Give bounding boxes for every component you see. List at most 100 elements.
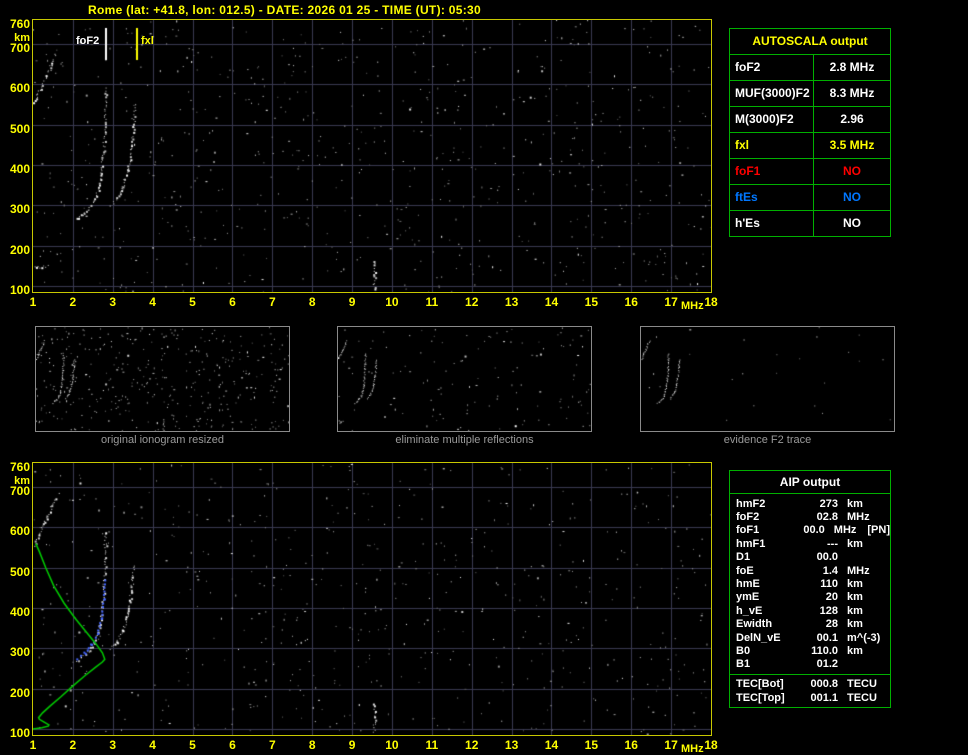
x-tick-12: 12 [465,295,479,309]
y-tick-400: 400 [9,162,30,177]
aip-row-value: 20 [825,591,838,604]
x-tick-11: 11 [425,738,439,752]
y-tick-500: 500 [9,121,30,136]
aip-row-ymE: ymE 20 km [730,591,890,604]
y-tick-760: 760 [9,17,30,31]
aip-row-unit: km [847,618,863,631]
autoscala-row-label: foF2 [730,55,814,80]
aip-row-unit: TECU [847,678,877,691]
autoscala-table-header: AUTOSCALA output [730,29,890,55]
x-tick-18: 18 [704,738,718,752]
aip-row-unit: TECU [847,691,877,704]
aip-row-label: hmE [736,578,760,591]
aip-row-DelN_vE: DelN_vE 00.1 m^(-3) [730,631,890,644]
aip-row-value: 128 [819,604,838,617]
x-tick-6: 6 [229,295,236,309]
aip-row-hmE: hmE 110 km [730,577,890,590]
autoscala-row-value: NO [843,216,861,230]
aip-row-label: B1 [736,658,751,671]
aip-row-value: 00.1 [816,631,838,644]
x-tick-3: 3 [109,738,117,752]
autoscala-row-M(3000)F2: M(3000)F2 2.96 [730,107,890,133]
aip-row-foE: foE 1.4 MHz [730,564,890,577]
aip-row-foF1: foF1 00.0 MHz [PN] [730,524,890,537]
autoscala-output-table: AUTOSCALA output foF2 2.8 MHz MUF(3000)F2 8… [729,28,891,237]
autoscala-row-label: foF1 [730,159,814,184]
autoscala-row-label: h'Es [730,211,814,236]
x-tick-8: 8 [308,738,316,752]
y-tick-300: 300 [9,202,30,217]
aip-table-header: AIP output [730,471,890,494]
autoscala-row-label: MUF(3000)F2 [730,81,814,106]
aip-row-value: 110.0 [811,644,838,657]
y-tick-500: 500 [9,564,30,579]
aip-row-label: ymE [736,591,760,604]
x-tick-14: 14 [544,738,559,752]
aip-row-unit: km [847,578,863,591]
y-tick-600: 600 [9,524,30,539]
aip-row-value: 28 [825,618,838,631]
y-tick-600: 600 [9,81,30,96]
autoscala-row-value: 2.96 [840,112,864,126]
autoscala-table-rows: foF2 2.8 MHz MUF(3000)F2 8.3 MHz M(3000)F2 2.… [730,55,890,236]
aip-row-label: foF1 [736,524,760,537]
y-axis-unit-top: km [14,32,30,44]
y-tick-200: 200 [9,685,30,700]
x-tick-7: 7 [268,738,276,752]
aip-row-label: Ewidth [736,618,773,631]
aip-row-value: 00.0 [816,551,838,564]
title-text: Rome (lat: +41.8, lon: 012.5) - DATE: 20… [88,3,481,17]
aip-row-unit: km [847,497,863,510]
x-tick-3: 3 [109,295,117,309]
aip-row-label: hmF2 [736,497,766,510]
aip-row-extra: [PN] [867,524,890,537]
y-tick-100: 100 [9,725,30,740]
autoscala-row-foF2: foF2 2.8 MHz [730,55,890,81]
x-tick-2: 2 [69,295,77,309]
x-tick-5: 5 [189,738,196,752]
autoscala-row-h'Es: h'Es NO [730,211,890,236]
x-tick-17: 17 [664,295,678,309]
autoscala-window: Rome (lat: +41.8, lon: 012.5) - DATE: 20… [0,0,968,755]
y-tick-760: 760 [9,460,30,474]
aip-row-value: 000.8 [810,678,838,691]
x-tick-9: 9 [348,295,356,309]
autoscala-row-label: fxl [730,133,814,158]
thumbnail-original-ionogram [35,326,290,432]
autoscala-row-fxl: fxl 3.5 MHz [730,133,890,159]
aip-row-label: foE [736,564,754,577]
y-axis-unit-bottom: km [14,475,30,487]
autoscala-row-value: NO [843,164,861,178]
aip-row-unit: km [847,644,863,657]
thumbnail-caption-f2-trace: evidence F2 trace [723,434,812,446]
x-tick-1: 1 [29,295,37,309]
aip-row-unit: km [847,591,863,604]
x-tick-17: 17 [664,738,678,752]
x-axis-unit-bottom: MHz [681,743,704,755]
aip-row-label: h_vE [736,604,763,617]
autoscala-row-value: 3.5 MHz [829,138,875,152]
autoscala-row-label: M(3000)F2 [730,107,814,132]
x-tick-16: 16 [624,295,638,309]
aip-output-table: AIP output hmF2 273 km foF2 02.8 MHz foF1 00.0 M… [729,470,891,709]
thumbnail-f2-trace [640,326,895,432]
thumbnail-caption-original: original ionogram resized [101,434,224,446]
fxi-marker-label: fxl [141,35,154,47]
autoscala-row-ftEs: ftEs NO [730,185,890,211]
y-tick-400: 400 [9,605,30,620]
aip-table-rows: hmF2 273 km foF2 02.8 MHz foF1 00.0 MHz [PN] hmF1-… [730,497,890,704]
aip-row-label: TEC[Bot] [736,678,784,691]
aip-row-value: 001.1 [810,691,838,704]
x-tick-18: 18 [704,295,718,309]
autoscala-row-value: 2.8 MHz [829,60,875,74]
x-tick-1: 1 [29,738,37,752]
y-tick-300: 300 [9,645,30,660]
x-tick-7: 7 [268,295,276,309]
thumbnail-no-multiples [337,326,592,432]
x-tick-15: 15 [584,295,599,309]
x-tick-16: 16 [624,738,638,752]
aip-row-label: B0 [736,644,751,657]
aip-row-B1: B1 01.2 [730,658,890,671]
aip-row-label: DelN_vE [736,631,781,644]
y-tick-100: 100 [9,282,30,297]
